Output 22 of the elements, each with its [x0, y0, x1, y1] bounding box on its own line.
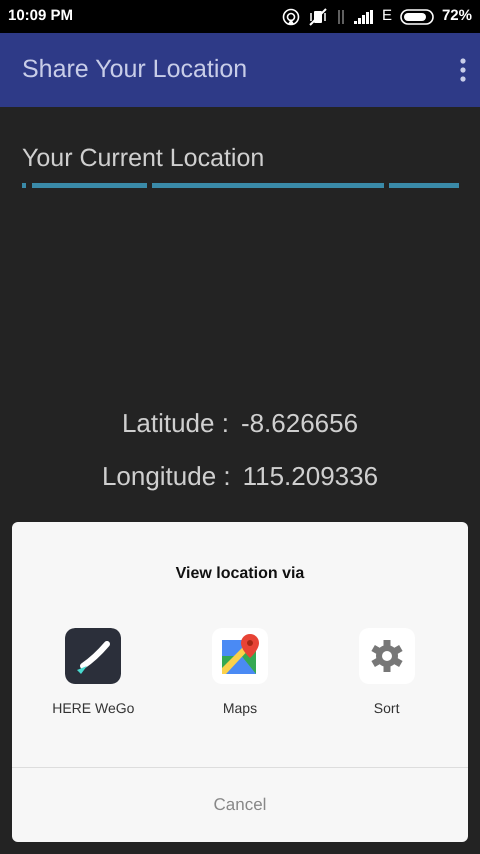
coordinate-label: Latitude : [122, 407, 229, 440]
settings-icon[interactable] [358, 628, 415, 684]
section-title: Your Current Location [22, 143, 266, 173]
status-time: 10:09 PM [8, 6, 74, 26]
data-arrows-icon [336, 8, 346, 26]
more-options-icon[interactable] [460, 58, 466, 82]
app-icon[interactable] [65, 628, 122, 684]
hotspot-icon [282, 8, 300, 26]
coordinate-value: -8.626656 [240, 407, 358, 440]
battery-percent: 72% [442, 6, 472, 26]
app-label[interactable]: Sort [374, 698, 400, 719]
signal-icon [354, 10, 374, 24]
coordinate-value: 115.209336 [242, 460, 378, 493]
map-pin-icon[interactable] [212, 628, 268, 684]
app-title: Share Your Location [22, 54, 248, 86]
battery-icon [400, 8, 434, 24]
network-type: E [382, 6, 392, 26]
app-label[interactable]: HERE WeGo [52, 698, 134, 719]
vibrate-off-icon [308, 8, 328, 26]
app-label[interactable]: Maps [222, 698, 258, 719]
dialog-title: View location via [176, 564, 304, 584]
coordinate-label: Longitude : [102, 460, 231, 493]
